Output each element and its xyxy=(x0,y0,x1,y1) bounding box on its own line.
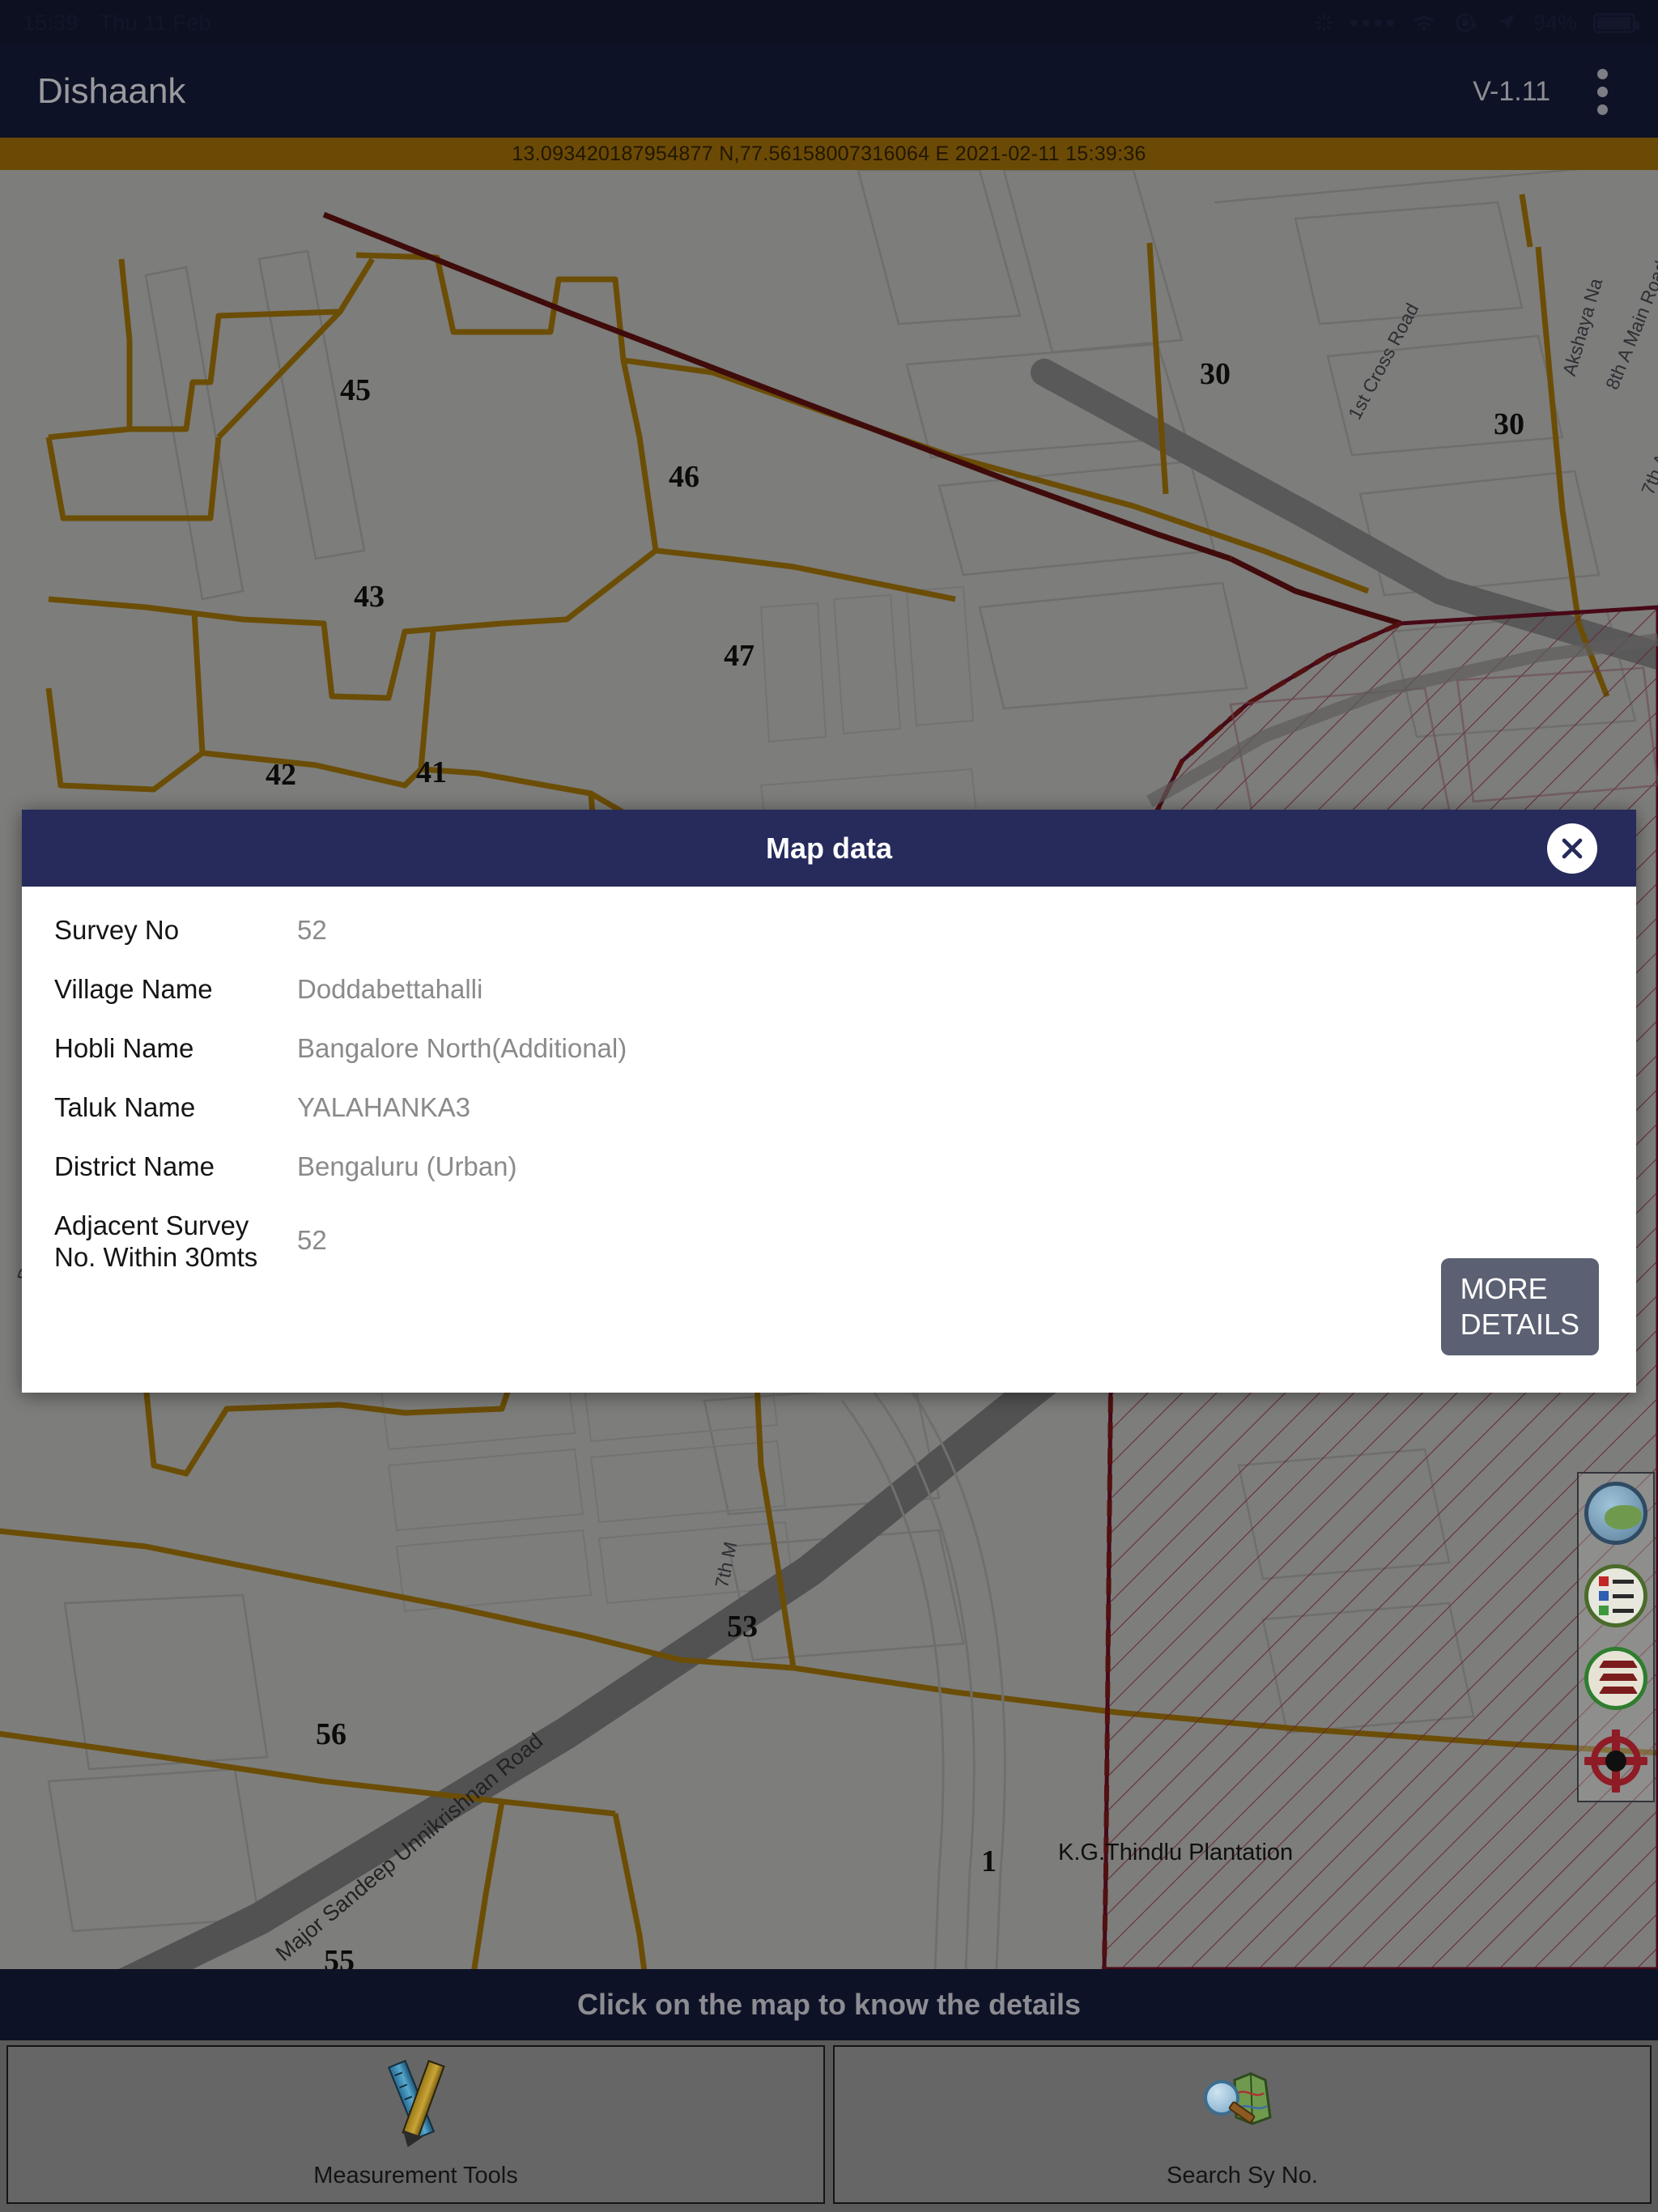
basemap-toggle-button[interactable] xyxy=(1584,1482,1647,1545)
battery-icon xyxy=(1593,12,1639,33)
hint-bar: Click on the map to know the details xyxy=(0,1969,1658,2040)
detail-label: District Name xyxy=(54,1151,215,1181)
map-magnifier-icon xyxy=(1203,2061,1282,2138)
app-title: Dishaank xyxy=(37,71,186,111)
plot-number: 56 xyxy=(316,1717,346,1751)
layers-stack-icon xyxy=(1588,1656,1643,1701)
detail-label: Adjacent Survey No. Within 30mts xyxy=(54,1210,258,1272)
plot-number: 45 xyxy=(340,373,371,407)
ruler-pencil-icon xyxy=(377,2059,455,2139)
detail-row: Taluk Name YALAHANKA3 xyxy=(54,1091,1604,1123)
dialog-title: Map data xyxy=(765,831,893,865)
plot-number: 55 xyxy=(324,1944,355,1969)
location-arrow-icon xyxy=(1494,11,1517,34)
detail-label: Village Name xyxy=(54,974,213,1004)
map-data-dialog: Map data Survey No 52 Village Name Dodda… xyxy=(22,810,1636,1393)
status-bar-right: 94% xyxy=(1313,10,1639,36)
tab-label: Search Sy No. xyxy=(1167,2162,1318,2189)
detail-row: Village Name Doddabettahalli xyxy=(54,973,1604,1005)
gps-crosshair-icon xyxy=(1584,1729,1647,1793)
wifi-icon xyxy=(1410,12,1438,33)
rotation-lock-icon xyxy=(1454,11,1478,35)
battery-percent: 94% xyxy=(1533,10,1577,35)
spinner-icon xyxy=(1313,12,1334,33)
tab-label: Measurement Tools xyxy=(313,2162,518,2189)
app-bar-right: V-1.11 xyxy=(1473,61,1621,123)
app-root: 15:39 Thu 11 Feb 94% Dishaank V-1.11 13.… xyxy=(0,0,1658,2212)
tab-search-sy-no[interactable]: Search Sy No. xyxy=(833,2045,1652,2204)
hint-text: Click on the map to know the details xyxy=(576,1988,1082,2021)
plot-number: 47 xyxy=(724,639,755,673)
detail-value: Bengaluru (Urban) xyxy=(297,1151,517,1181)
plot-number: 46 xyxy=(669,460,699,494)
locate-me-button[interactable] xyxy=(1584,1729,1647,1793)
detail-value: YALAHANKA3 xyxy=(297,1092,470,1122)
legend-button[interactable] xyxy=(1584,1564,1647,1627)
detail-row: Survey No 52 xyxy=(54,914,1604,946)
close-x-glyph xyxy=(1562,838,1583,858)
coordinate-bar: 13.093420187954877 N,77.56158007316064 E… xyxy=(0,138,1658,170)
detail-row: District Name Bengaluru (Urban) xyxy=(54,1151,1604,1182)
app-version-label: V-1.11 xyxy=(1473,75,1550,107)
detail-label: Taluk Name xyxy=(54,1092,196,1122)
more-details-line-1: MORE xyxy=(1460,1272,1548,1305)
place-label: K.G.Thindlu Plantation xyxy=(1058,1840,1294,1865)
detail-row: Hobli Name Bangalore North(Additional) xyxy=(54,1032,1604,1064)
status-bar-left: 15:39 Thu 11 Feb xyxy=(23,11,211,36)
plot-number: 42 xyxy=(266,758,296,792)
plot-number: 30 xyxy=(1494,407,1524,441)
app-bar: Dishaank V-1.11 xyxy=(0,45,1658,138)
dialog-header: Map data xyxy=(22,810,1636,887)
more-details-line-2: DETAILS xyxy=(1460,1308,1579,1341)
plot-number: 53 xyxy=(727,1610,758,1644)
detail-row: Adjacent Survey No. Within 30mts 52 xyxy=(54,1210,1604,1273)
detail-value: 52 xyxy=(297,1225,327,1255)
layers-button[interactable] xyxy=(1584,1647,1647,1710)
signal-dots-icon xyxy=(1350,19,1394,27)
map-controls-panel xyxy=(1577,1472,1655,1802)
kebab-menu-icon[interactable] xyxy=(1584,61,1621,123)
detail-value: Bangalore North(Additional) xyxy=(297,1033,627,1063)
coordinate-text: 13.093420187954877 N,77.56158007316064 E… xyxy=(512,142,1146,165)
legend-list-icon xyxy=(1598,1576,1634,1615)
plot-number: 30 xyxy=(1200,357,1231,391)
dialog-body: Survey No 52 Village Name Doddabettahall… xyxy=(22,887,1636,1393)
status-date: Thu 11 Feb xyxy=(99,10,211,35)
status-time: 15:39 xyxy=(23,10,79,35)
tab-measurement-tools[interactable]: Measurement Tools xyxy=(6,2045,825,2204)
close-icon[interactable] xyxy=(1547,823,1597,874)
plot-number: 43 xyxy=(354,580,385,614)
bottom-tab-bar: Measurement Tools Search Sy No. xyxy=(0,2040,1658,2212)
detail-value: Doddabettahalli xyxy=(297,974,483,1004)
plot-number: 41 xyxy=(416,755,447,789)
detail-label: Hobli Name xyxy=(54,1033,194,1063)
detail-label: Survey No xyxy=(54,915,180,945)
plot-number: 1 xyxy=(981,1844,997,1878)
detail-value: 52 xyxy=(297,915,327,945)
more-details-button[interactable]: MORE DETAILS xyxy=(1440,1258,1599,1355)
status-bar: 15:39 Thu 11 Feb 94% xyxy=(0,0,1658,45)
